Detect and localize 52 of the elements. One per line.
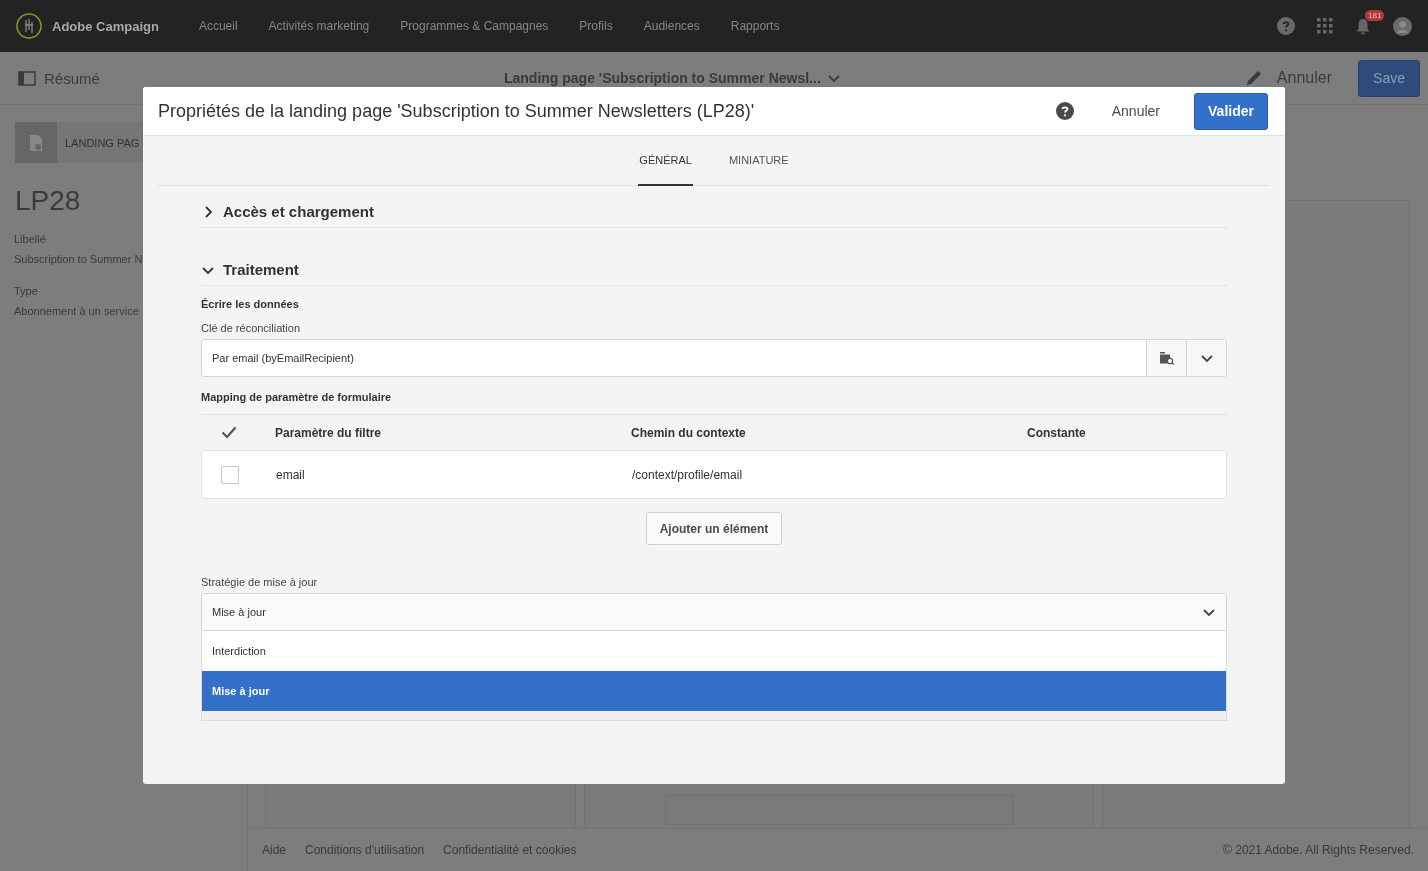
dropdown-option[interactable]: Interdiction (202, 631, 1226, 671)
nav-link[interactable]: Programmes & Campagnes (400, 19, 549, 33)
dropdown-option[interactable]: Mise à jour (202, 671, 1226, 711)
footer-link[interactable]: Conditions d'utilisation (305, 843, 425, 857)
footer-link[interactable]: Confidentialité et cookies (443, 843, 577, 857)
avatar-icon[interactable] (1393, 16, 1412, 36)
property-label: Libellé (14, 233, 47, 245)
property-value: Abonnement à un service (14, 305, 140, 317)
cancel-button[interactable]: Annuler (1270, 68, 1338, 88)
field-label: Stratégie de mise à jour (201, 576, 319, 588)
nav-link[interactable]: Activités marketing (268, 19, 370, 33)
notification-badge: 181 (1365, 9, 1385, 21)
landing-page-id: LP28 (15, 185, 81, 217)
check-icon (221, 426, 237, 439)
page-title[interactable]: Landing page 'Subscription to Summer Newsl... (503, 70, 821, 86)
column-header: Constante (1027, 425, 1087, 440)
property-value: Subscription to Summer N (14, 253, 144, 265)
table-cell-text: /context/profile/email (632, 467, 744, 482)
section-header[interactable]: Accès et chargement (201, 196, 1227, 228)
section-header[interactable]: Traitement (201, 254, 1227, 286)
dialog-title: Propriétés de la landing page 'Subscription to Summer Newsletters (LP28)' (158, 100, 755, 122)
summary-label[interactable]: Résumé (44, 69, 100, 87)
tab[interactable]: GÉNÉRAL (638, 136, 693, 186)
tab[interactable]: MINIATURE (727, 136, 790, 186)
nav-link[interactable]: Accueil (198, 19, 238, 33)
subsection-title: Mapping de paramètre de formulaire (201, 391, 393, 403)
reconciliation-field[interactable]: Par email (byEmailRecipient) (201, 339, 1227, 377)
cancel-button[interactable]: Annuler (1105, 102, 1166, 120)
confirm-button[interactable]: Valider (1194, 92, 1268, 130)
brand-name: Adobe Campaign (52, 18, 159, 34)
table-cell-text: email (276, 467, 306, 482)
column-header: Paramètre du filtre (275, 425, 383, 440)
nav-link[interactable]: Profils (579, 19, 613, 33)
strategy-select[interactable]: Mise à jour (201, 593, 1227, 631)
row-checkbox[interactable] (221, 465, 239, 484)
nav-link[interactable]: Audiences (643, 19, 700, 33)
field-label: Clé de réconciliation (201, 322, 302, 334)
folder-search-icon (1159, 351, 1174, 365)
footer-link[interactable]: Aide (262, 843, 287, 857)
save-button[interactable]: Save (1358, 59, 1420, 97)
copyright: © 2021 Adobe. All Rights Reserved. (1223, 843, 1414, 857)
bell-icon[interactable] (1355, 17, 1371, 35)
nav-link[interactable]: Rapports (730, 19, 780, 33)
browse-button[interactable] (1146, 340, 1186, 376)
add-element-button[interactable]: Ajouter un élément (645, 512, 783, 545)
column-header: Chemin du contexte (631, 425, 747, 440)
help-icon[interactable] (1055, 102, 1074, 120)
apps-grid-icon[interactable] (1317, 18, 1333, 34)
property-label: Type (14, 285, 39, 297)
sidebar-icon[interactable] (18, 70, 36, 86)
logo-icon (16, 13, 42, 39)
subsection-title: Écrire les données (201, 298, 300, 310)
